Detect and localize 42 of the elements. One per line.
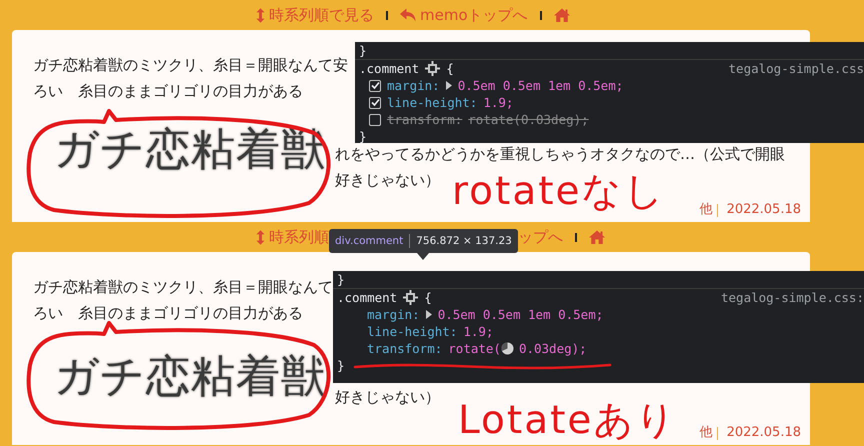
handwritten-note: rotateなし: [452, 168, 666, 216]
css-brace: }: [359, 128, 367, 143]
css-file-link[interactable]: tegalog-simple.css: [728, 56, 864, 82]
css-property: transform:: [367, 340, 442, 358]
css-value: rotate(0.03deg);: [468, 110, 589, 129]
css-selector: .comment: [359, 60, 420, 78]
post-date: 2022.05.18: [726, 201, 801, 219]
css-brace: }: [359, 44, 367, 58]
css-file-link[interactable]: tegalog-simple.css:: [721, 284, 864, 310]
author-link[interactable]: 他: [700, 423, 713, 443]
handwritten-note: Lotateあり: [458, 397, 678, 445]
css-property: transform:: [387, 110, 462, 128]
nav-link[interactable]: 時系列順: [256, 228, 329, 246]
css-property: margin:: [367, 306, 420, 324]
tooltip-element-name: div.comment: [335, 234, 404, 246]
css-value: 0.03deg);: [518, 340, 587, 358]
css-property: margin:: [387, 76, 440, 95]
post-date: 2022.05.18: [726, 424, 801, 442]
nav-link[interactable]: ップへ: [518, 228, 563, 246]
css-selector: .comment: [337, 288, 398, 306]
css-value: 0.5em 0.5em 1em 0.5em;: [438, 306, 604, 324]
css-value: 1.9;: [463, 322, 494, 340]
css-brace: }: [337, 272, 345, 286]
css-brace: }: [337, 356, 345, 374]
post-text: ろい 糸目のままゴリゴリの目力がある: [33, 81, 303, 102]
nav-link[interactable]: 時系列順で見る: [256, 6, 374, 24]
nav-link[interactable]: memoトップへ: [400, 6, 528, 24]
css-brace: {: [446, 60, 454, 78]
post-text: ガチ恋粘着獣のミツクリ、糸目＝開眼なんて: [33, 277, 333, 298]
css-brace: {: [424, 288, 432, 306]
css-value: 0.5em 0.5em 1em 0.5em;: [458, 76, 624, 94]
post-text: ろい 糸目のままゴリゴリの目力がある: [33, 303, 303, 324]
css-property: line-height:: [367, 322, 458, 341]
css-value: rotate(: [448, 340, 501, 358]
post-text: 好きじゃない）: [335, 170, 440, 191]
css-property: line-height:: [387, 94, 478, 112]
post-text: ガチ恋粘着獣のミツクリ、糸目＝開眼なんて安: [33, 55, 348, 76]
post-text: 好きじゃない）: [335, 387, 440, 408]
author-link[interactable]: 他: [700, 200, 713, 220]
css-value: 1.9;: [483, 94, 514, 112]
tooltip-size: 756.872 × 137.23: [416, 234, 512, 246]
post-text: れをやってるかどうかを重視しちゃうオタクなので…（公式で開眼: [335, 144, 785, 165]
